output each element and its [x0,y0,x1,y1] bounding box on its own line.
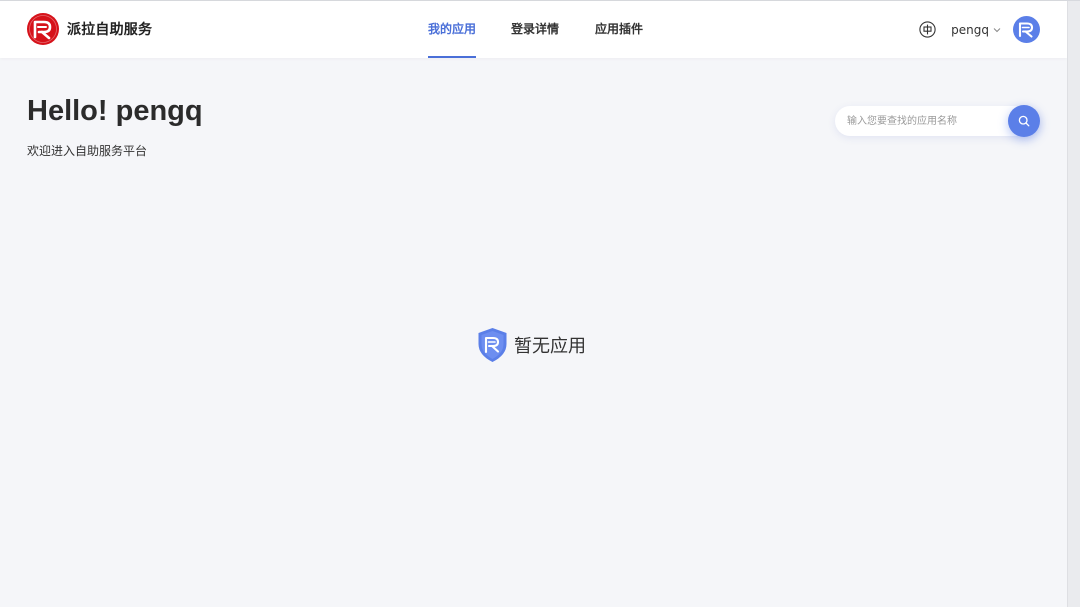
empty-state: 暂无应用 [477,327,586,363]
chevron-down-icon[interactable] [993,26,1001,34]
page-title: Hello! pengq [27,95,203,127]
user-name[interactable]: pengq [951,23,989,37]
tab-app-plugins[interactable]: 应用插件 [595,1,643,58]
tab-login-details[interactable]: 登录详情 [511,1,559,58]
tab-my-apps[interactable]: 我的应用 [428,1,477,58]
search-box [835,105,1040,137]
top-header: 派拉自助服务 我的应用 登录详情 应用插件 pengq [0,1,1067,58]
search-button[interactable] [1008,105,1040,137]
app-window: 派拉自助服务 我的应用 登录详情 应用插件 pengq Hello! pengq… [0,0,1080,607]
vertical-scrollbar[interactable] [1067,1,1080,607]
header-user-area: pengq [919,16,1040,43]
avatar[interactable] [1013,16,1040,43]
globe-icon[interactable] [919,21,936,38]
brand[interactable]: 派拉自助服务 [27,13,152,45]
shield-logo-icon [478,328,507,362]
empty-state-text: 暂无应用 [514,336,586,357]
brand-logo-icon [27,13,59,45]
brand-name: 派拉自助服务 [67,22,153,38]
page-subtitle: 欢迎进入自助服务平台 [27,144,148,158]
search-input[interactable] [847,106,1002,136]
search-icon [1018,115,1030,127]
